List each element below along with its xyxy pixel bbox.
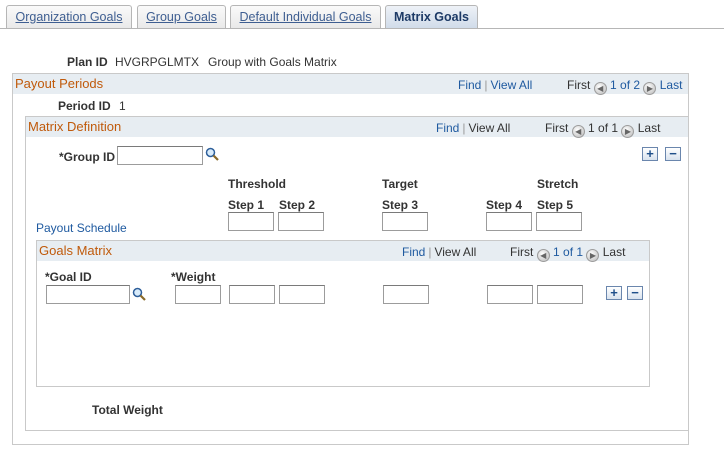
payout-schedule-link[interactable]: Payout Schedule (36, 221, 127, 235)
matrix-definition-header: Matrix Definition Find | View All First ◀ … (26, 117, 688, 138)
first-label: First (545, 121, 569, 135)
tab-matrix-goals[interactable]: Matrix Goals (385, 5, 478, 29)
tab-group-goals[interactable]: Group Goals (137, 5, 226, 28)
plan-description: Group with Goals Matrix (208, 55, 337, 69)
last-link[interactable]: Last (660, 78, 683, 92)
arrow-left-icon: ◀ (593, 82, 607, 95)
group-id-label: *Group ID (59, 150, 115, 164)
weight-label: *Weight (171, 270, 216, 284)
step-1-value-input[interactable] (229, 285, 275, 304)
matrix-definition-title: Matrix Definition (28, 119, 122, 134)
step-4-label: Step 4 (486, 198, 523, 212)
first-label: First (567, 78, 591, 92)
plan-id-value: HVGRPGLMTX (115, 55, 200, 69)
tab-label: Matrix Goals (393, 10, 470, 24)
view-all-link[interactable]: View All (490, 78, 532, 92)
tab-label: Group Goals (146, 10, 217, 24)
step-4-input[interactable] (486, 212, 532, 231)
arrow-right-icon: ▶ (586, 249, 600, 262)
threshold-label: Threshold (228, 177, 287, 191)
target-label: Target (382, 177, 418, 191)
step-5-input[interactable] (536, 212, 582, 231)
payout-periods-title: Payout Periods (15, 76, 104, 91)
row-counter: 1 of 1 (553, 245, 584, 259)
period-id-value: 1 (119, 99, 126, 113)
add-goal-button[interactable]: + (606, 286, 622, 300)
add-row-button[interactable]: + (642, 147, 658, 161)
find-link[interactable]: Find (458, 78, 481, 92)
matrix-definition-section: Matrix Definition Find | View All First ◀ … (25, 116, 689, 431)
goal-id-input[interactable] (46, 285, 130, 304)
delete-row-button[interactable]: − (665, 147, 681, 161)
find-link[interactable]: Find (436, 121, 459, 135)
step-3-value-input[interactable] (383, 285, 429, 304)
step-2-value-input[interactable] (279, 285, 325, 304)
payout-periods-section: Payout Periods Find | View All First ◀ 1 o… (12, 73, 689, 445)
goal-id-label: *Goal ID (45, 270, 92, 284)
weight-input[interactable] (175, 285, 221, 304)
arrow-right-icon: ▶ (621, 125, 635, 138)
step-3-label: Step 3 (382, 198, 419, 212)
step-5-value-input[interactable] (537, 285, 583, 304)
find-link[interactable]: Find (402, 245, 425, 259)
tab-label: Default Individual Goals (239, 10, 372, 24)
tab-organization-goals[interactable]: Organization Goals (6, 5, 132, 28)
delete-goal-button[interactable]: − (627, 286, 643, 300)
tab-label: Organization Goals (15, 10, 123, 24)
goals-matrix-section: Goals Matrix Find | View All First ◀ 1 of … (36, 240, 650, 387)
magnifier-icon[interactable] (132, 287, 146, 301)
row-counter: 1 of 1 (588, 121, 619, 135)
total-weight-label: Total Weight (92, 403, 163, 417)
step-2-label: Step 2 (279, 198, 316, 212)
view-all-label: View All (434, 245, 477, 259)
tab-default-individual-goals[interactable]: Default Individual Goals (230, 5, 381, 28)
row-counter: 1 of 2 (610, 78, 641, 92)
period-id-label: Period ID (58, 99, 111, 113)
tab-underline (0, 28, 724, 29)
step-3-input[interactable] (382, 212, 428, 231)
stretch-label: Stretch (537, 177, 579, 191)
step-1-input[interactable] (228, 212, 274, 231)
goals-matrix-title: Goals Matrix (39, 243, 112, 258)
first-label: First (510, 245, 534, 259)
view-all-label: View All (468, 121, 511, 135)
last-label: Last (637, 121, 661, 135)
arrow-right-icon[interactable]: ▶ (643, 82, 657, 95)
payout-periods-header: Payout Periods Find | View All First ◀ 1 o… (13, 74, 688, 95)
arrow-left-icon: ◀ (536, 249, 550, 262)
group-id-input[interactable] (117, 146, 203, 165)
arrow-left-icon: ◀ (571, 125, 585, 138)
step-1-label: Step 1 (228, 198, 265, 212)
goals-matrix-header: Goals Matrix Find | View All First ◀ 1 of … (37, 241, 649, 262)
step-2-input[interactable] (278, 212, 324, 231)
step-5-label: Step 5 (537, 198, 574, 212)
plan-id-label: Plan ID (67, 55, 108, 69)
magnifier-icon[interactable] (205, 147, 219, 161)
last-label: Last (602, 245, 626, 259)
step-4-value-input[interactable] (487, 285, 533, 304)
